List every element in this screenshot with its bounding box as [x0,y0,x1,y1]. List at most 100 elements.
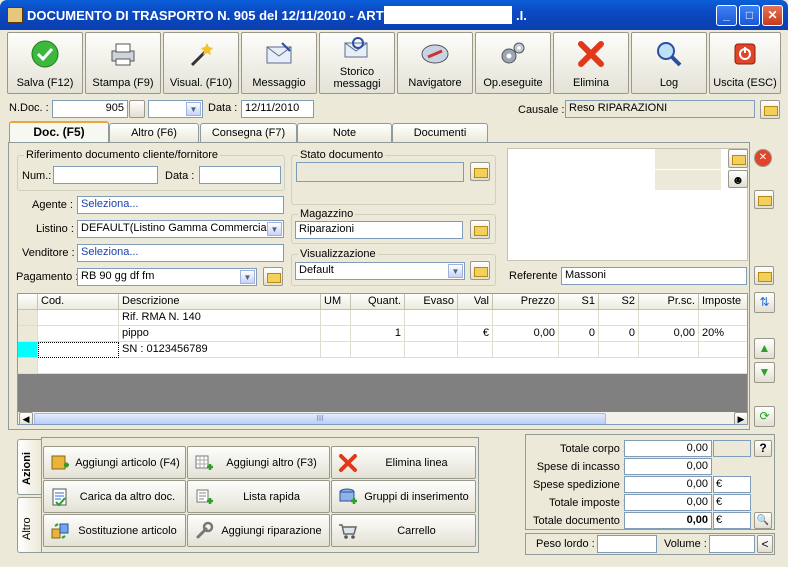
side-tab-altro[interactable]: Altro [17,497,41,553]
save-button[interactable]: Salva (F12) [7,32,83,94]
cell-um[interactable] [321,326,351,342]
cell-descr[interactable]: SN : 0123456789 [119,342,321,358]
rif-date-input[interactable] [199,166,281,184]
zoom-total-icon[interactable]: 🔍 [754,512,772,529]
cell-val[interactable] [458,342,493,358]
peso-input[interactable] [597,535,657,553]
client-extra-folder-icon[interactable] [754,190,774,209]
replace-article-button[interactable]: Sostituzione articolo [43,514,186,547]
cell-val[interactable] [458,310,493,326]
agente-select[interactable]: Seleziona... [77,196,284,214]
quick-list-button[interactable]: Lista rapida [187,480,330,513]
tab-altro[interactable]: Altro (F6) [109,123,199,143]
grid-header-prsc[interactable]: Pr.sc. [639,294,699,310]
grid-header-s1[interactable]: S1 [559,294,599,310]
sort-updown-icon[interactable]: ⇅ [754,292,775,313]
cell-descr[interactable]: Rif. RMA N. 140 [119,310,321,326]
series-select[interactable]: ▼ [148,100,203,118]
pagamento-select[interactable]: RB 90 gg df fm ▼ [77,268,257,286]
lines-grid[interactable]: Cod. Descrizione UM Quant. Evaso Val Pre… [17,293,748,425]
delete-button[interactable]: Elimina [553,32,629,94]
grid-header-imposte[interactable]: Imposte [699,294,747,310]
cell-quant[interactable] [351,342,405,358]
cell-evaso[interactable] [405,342,458,358]
navigator-button[interactable]: Navigatore [397,32,473,94]
magazzino-folder-icon[interactable] [470,220,490,239]
client-clear-icon[interactable]: ✕ [754,149,772,167]
message-history-button[interactable]: Storico messaggi [319,32,395,94]
tab-note[interactable]: Note [297,123,392,143]
cell-s2[interactable]: 0 [599,326,639,342]
cell-imposte[interactable]: 20% [699,326,747,342]
add-repair-button[interactable]: Aggiungi riparazione [187,514,330,547]
cell-s2[interactable] [599,310,639,326]
grid-header-evaso[interactable]: Evaso [405,294,458,310]
cell-prsc[interactable] [639,342,699,358]
exit-button[interactable]: Uscita (ESC) [709,32,781,94]
referente-input[interactable]: Massoni [561,267,747,285]
cell-val[interactable]: € [458,326,493,342]
row-indicator[interactable] [18,310,38,326]
tab-doc[interactable]: Doc. (F5) [9,121,109,144]
print-button[interactable]: Stampa (F9) [85,32,161,94]
add-article-button[interactable]: Aggiungi articolo (F4) [43,446,186,479]
cell-imposte[interactable] [699,342,747,358]
row-indicator[interactable] [18,358,38,374]
date-input[interactable]: 12/11/2010 [241,100,314,118]
cell-cod-focused[interactable] [38,342,119,358]
volume-input[interactable] [709,535,755,553]
preview-button[interactable]: Visual. (F10) [163,32,239,94]
referente-folder-icon[interactable] [754,266,774,285]
tab-consegna[interactable]: Consegna (F7) [200,123,297,143]
causale-folder-icon[interactable] [760,100,780,119]
listino-select[interactable]: DEFAULT(Listino Gamma Commerciale ▼ [77,220,284,238]
pagamento-folder-icon[interactable] [263,267,283,286]
cell-quant[interactable] [351,310,405,326]
row-indicator-selected[interactable] [18,342,38,358]
client-folder-icon[interactable] [728,149,748,168]
scroll-thumb[interactable]: III [34,413,606,424]
add-other-button[interactable]: Aggiungi altro (F3) [187,446,330,479]
grid-header-prezzo[interactable]: Prezzo [493,294,559,310]
side-tab-azioni[interactable]: Azioni [17,439,41,495]
cell-cod[interactable] [38,326,119,342]
stato-folder-icon[interactable] [470,162,490,181]
minimize-icon[interactable]: _ [716,5,737,26]
num-input[interactable] [53,166,158,184]
cell-um[interactable] [321,342,351,358]
maximize-icon[interactable]: □ [739,5,760,26]
visual-folder-icon[interactable] [470,261,490,280]
cell-s1[interactable] [559,310,599,326]
cell-um[interactable] [321,310,351,326]
spese-spedizione-input[interactable]: 0,00 [624,476,712,493]
venditore-select[interactable]: Seleziona... [77,244,284,262]
grid-header-quant[interactable]: Quant. [351,294,405,310]
grid-header-cod[interactable]: Cod. [38,294,119,310]
cell-s2[interactable] [599,342,639,358]
scroll-right-icon[interactable]: ▶ [734,412,747,424]
close-icon[interactable]: ✕ [762,5,783,26]
cell-imposte[interactable] [699,310,747,326]
load-from-doc-button[interactable]: Carica da altro doc. [43,480,186,513]
cell-prsc[interactable] [639,310,699,326]
cell-prezzo[interactable] [493,310,559,326]
cell-descr[interactable]: pippo [119,326,321,342]
magazzino-field[interactable]: Riparazioni [295,221,463,239]
grid-header-descr[interactable]: Descrizione [119,294,321,310]
client-person-icon[interactable]: ☻ [728,170,748,188]
cell-quant[interactable]: 1 [351,326,405,342]
grid-header-val[interactable]: Val [458,294,493,310]
row-indicator[interactable] [18,326,38,342]
stato-field[interactable] [296,162,464,182]
move-down-icon[interactable]: ▼ [754,362,775,383]
cell-cod[interactable] [38,310,119,326]
horizontal-scrollbar[interactable]: ◀ III ▶ [18,412,747,424]
cell-prezzo[interactable] [493,342,559,358]
cell-prsc[interactable]: 0,00 [639,326,699,342]
grid-header-s2[interactable]: S2 [599,294,639,310]
delete-line-button[interactable]: Elimina linea [331,446,476,479]
refresh-icon[interactable]: ⟳ [754,406,775,427]
ndoc-input[interactable]: 905 [52,100,128,118]
help-button[interactable]: ? [754,440,772,457]
collapse-button[interactable]: < [757,535,773,553]
